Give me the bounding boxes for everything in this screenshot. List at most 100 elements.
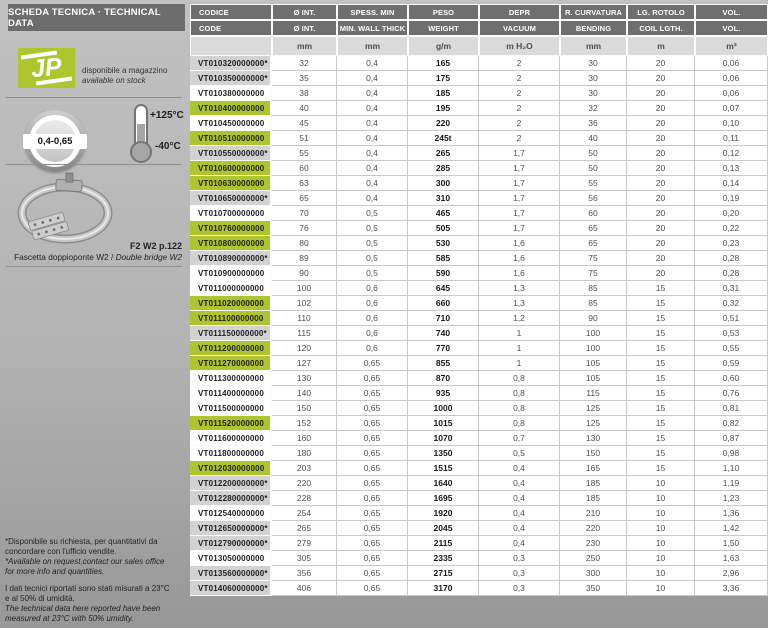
code-cell: VT010350000000*: [190, 71, 272, 86]
clamp-desc-en: Double bridge W2: [115, 252, 182, 262]
value-cell: 350: [560, 581, 627, 596]
value-cell: 85: [560, 296, 627, 311]
stock-label-en: available on stock: [82, 76, 146, 85]
value-cell: 185: [560, 491, 627, 506]
value-cell: 75: [560, 251, 627, 266]
value-cell: 140: [272, 386, 337, 401]
value-cell: 0,98: [695, 446, 768, 461]
value-cell: 300: [560, 566, 627, 581]
value-cell: 230: [560, 536, 627, 551]
value-cell: 0,8: [479, 386, 560, 401]
value-cell: 660: [408, 296, 479, 311]
value-cell: 185: [560, 476, 627, 491]
code-cell: VT011600000000: [190, 431, 272, 446]
value-cell: 165: [560, 461, 627, 476]
code-cell: VT012540000000: [190, 506, 272, 521]
value-cell: 1,3: [479, 281, 560, 296]
value-cell: 32: [272, 56, 337, 71]
value-cell: 0,6: [337, 341, 408, 356]
value-cell: 2: [479, 101, 560, 116]
value-cell: 0,20: [695, 206, 768, 221]
value-cell: 0,65: [337, 416, 408, 431]
value-cell: 0,65: [337, 446, 408, 461]
value-cell: 50: [560, 146, 627, 161]
value-cell: 20: [627, 71, 695, 86]
value-cell: 0,65: [337, 461, 408, 476]
header-cell: BENDING: [560, 20, 627, 36]
value-cell: 10: [627, 536, 695, 551]
value-cell: 0,4: [479, 476, 560, 491]
value-cell: 0,65: [337, 566, 408, 581]
value-cell: 65: [560, 236, 627, 251]
header-cell: WEIGHT: [408, 20, 479, 36]
value-cell: 20: [627, 56, 695, 71]
value-cell: 160: [272, 431, 337, 446]
value-cell: 20: [627, 116, 695, 131]
value-cell: 60: [272, 161, 337, 176]
value-cell: 0,6: [337, 281, 408, 296]
value-cell: 855: [408, 356, 479, 371]
value-cell: 85: [560, 281, 627, 296]
value-cell: 228: [272, 491, 337, 506]
value-cell: 30: [560, 86, 627, 101]
code-cell: VT012200000000*: [190, 476, 272, 491]
value-cell: 590: [408, 266, 479, 281]
header-cell: Ø INT.: [272, 4, 337, 20]
value-cell: 60: [560, 206, 627, 221]
value-cell: 55: [560, 176, 627, 191]
value-cell: 0,53: [695, 326, 768, 341]
value-cell: 195: [408, 101, 479, 116]
value-cell: 0,4: [337, 176, 408, 191]
footnote-request-it: *Disponibile su richiesta, per quantitat…: [5, 537, 158, 556]
clamp-description: Fascetta doppioponte W2 / Double bridge …: [0, 252, 182, 262]
page-title: SCHEDA TECNICA · TECHNICAL DATA: [8, 4, 185, 31]
value-cell: 150: [560, 446, 627, 461]
code-cell: VT013050000000: [190, 551, 272, 566]
value-cell: 0,59: [695, 356, 768, 371]
value-cell: 90: [560, 311, 627, 326]
value-cell: 2: [479, 71, 560, 86]
code-cell: VT010890000000*: [190, 251, 272, 266]
datasheet-page: SCHEDA TECNICA · TECHNICAL DATA JP dispo…: [0, 0, 768, 628]
code-cell: VT011270000000: [190, 356, 272, 371]
value-cell: 0,3: [479, 581, 560, 596]
unit-cell: g/m: [408, 36, 479, 56]
value-cell: 2: [479, 131, 560, 146]
value-cell: 645: [408, 281, 479, 296]
value-cell: 20: [627, 101, 695, 116]
header-cell: COIL LGTH.: [627, 20, 695, 36]
value-cell: 20: [627, 131, 695, 146]
divider: [6, 266, 182, 267]
value-cell: 1: [479, 341, 560, 356]
value-cell: 75: [560, 266, 627, 281]
code-cell: VT012790000000*: [190, 536, 272, 551]
value-cell: 10: [627, 491, 695, 506]
value-cell: 0,6: [337, 296, 408, 311]
code-cell: VT014060000000*: [190, 581, 272, 596]
value-cell: 0,5: [479, 446, 560, 461]
value-cell: 15: [627, 356, 695, 371]
value-cell: 40: [560, 131, 627, 146]
value-cell: 0,76: [695, 386, 768, 401]
clamp-desc-separator: /: [108, 252, 116, 262]
unit-cell: mm: [272, 36, 337, 56]
value-cell: 1,7: [479, 191, 560, 206]
value-cell: 0,4: [337, 146, 408, 161]
value-cell: 130: [272, 371, 337, 386]
value-cell: 125: [560, 416, 627, 431]
value-cell: 356: [272, 566, 337, 581]
temp-min-label: -40°C: [155, 141, 181, 152]
value-cell: 2115: [408, 536, 479, 551]
value-cell: 0,8: [479, 401, 560, 416]
badge-value: 0,4-0,65: [23, 134, 87, 149]
value-cell: 203: [272, 461, 337, 476]
value-cell: 300: [408, 176, 479, 191]
value-cell: 0,4: [479, 461, 560, 476]
value-cell: 2715: [408, 566, 479, 581]
value-cell: 38: [272, 86, 337, 101]
value-cell: 105: [560, 356, 627, 371]
value-cell: 0,4: [479, 536, 560, 551]
footnote-conditions-en: The technical data here reported have be…: [5, 604, 161, 623]
value-cell: 20: [627, 236, 695, 251]
code-cell: VT011300000000: [190, 371, 272, 386]
